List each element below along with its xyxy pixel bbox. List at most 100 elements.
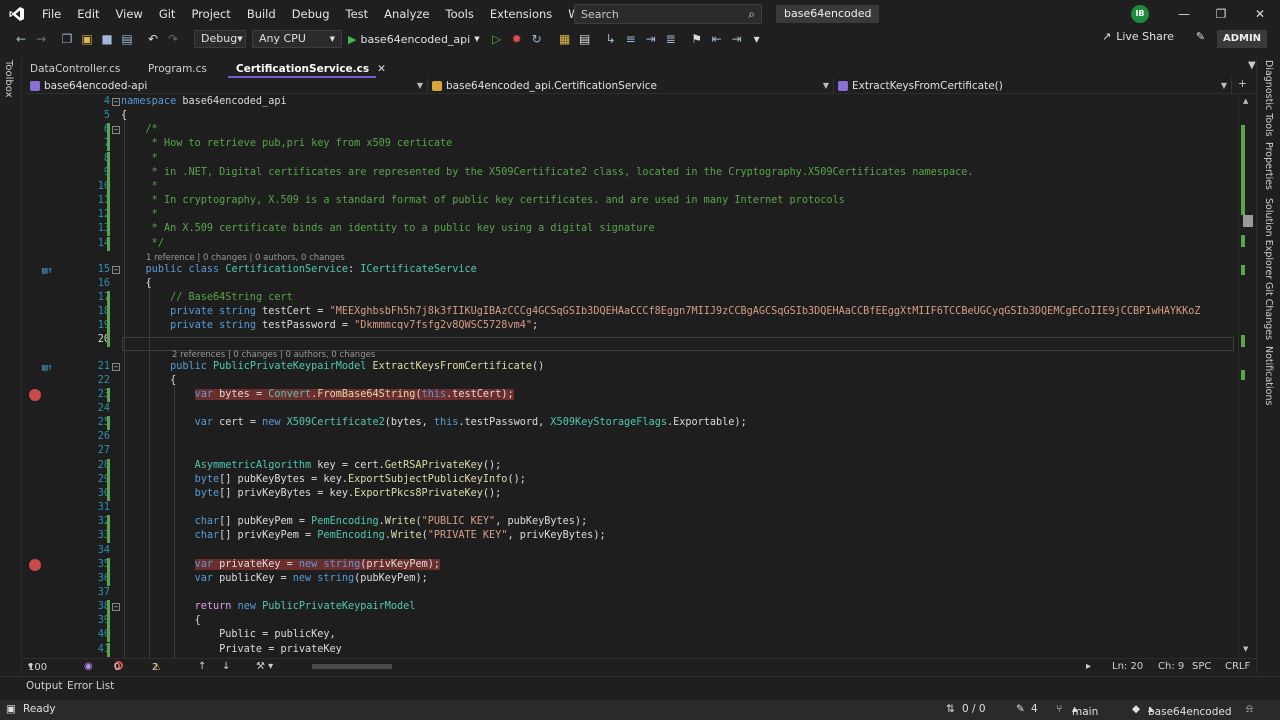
notification-bell-icon[interactable]: ⍾ [1246, 703, 1253, 716]
save-all-icon[interactable]: ▤ [118, 30, 136, 48]
scroll-down-icon[interactable]: ▼ [1243, 645, 1248, 653]
next-issue-icon[interactable]: ↓ [222, 660, 230, 674]
fold-toggle-icon[interactable]: − [112, 362, 120, 371]
code-text[interactable]: private string testPassword = "Dkmmmcqv7… [121, 319, 538, 333]
notifications-tab[interactable]: Notifications [1263, 346, 1274, 405]
menu-item-view[interactable]: View [108, 0, 151, 28]
feedback-icon[interactable]: ✎ [1196, 30, 1205, 43]
fold-toggle-icon[interactable]: − [112, 98, 120, 106]
menu-item-git[interactable]: Git [151, 0, 184, 28]
code-text[interactable]: * [121, 152, 158, 166]
bookmark-next-icon[interactable]: ⇥ [728, 30, 746, 48]
implements-icon[interactable]: ▤↑ [42, 361, 53, 375]
code-text[interactable]: var privateKey = new string(privKeyPem); [121, 558, 440, 572]
menu-item-test[interactable]: Test [338, 0, 377, 28]
scroll-up-icon[interactable]: ▲ [1243, 97, 1248, 105]
vertical-scrollbar[interactable]: ▲ ▼ [1238, 95, 1256, 658]
fold-toggle-icon[interactable]: − [112, 265, 120, 274]
properties-tab[interactable]: Properties [1263, 142, 1274, 190]
start-debugging-button[interactable]: ▶ base64encoded_api ▼ [348, 33, 480, 46]
previous-issue-icon[interactable]: ↑ [198, 660, 206, 674]
tab-error-list[interactable]: Error List [67, 680, 114, 692]
menu-item-extensions[interactable]: Extensions [482, 0, 560, 28]
fold-toggle-icon[interactable]: − [112, 126, 120, 135]
fold-toggle-icon[interactable]: − [112, 603, 120, 612]
code-text[interactable]: private string testCert = "MEEXghbsbFh5h… [121, 305, 1200, 319]
layout-icon[interactable]: ▤ [576, 30, 594, 48]
step-icon[interactable]: ↳ [602, 30, 620, 48]
back-icon[interactable]: ← [12, 30, 30, 48]
code-text[interactable]: char[] privKeyPem = PemEncoding.Write("P… [121, 529, 606, 543]
avatar[interactable]: IB [1131, 5, 1149, 23]
tab-output[interactable]: Output [26, 680, 62, 692]
code-text[interactable]: var bytes = Convert.FromBase64String(thi… [121, 388, 514, 402]
open-folder-icon[interactable]: ▣ [78, 30, 96, 48]
start-without-debugging-icon[interactable]: ▷ [488, 30, 506, 48]
align-icon[interactable]: ≡ [622, 30, 640, 48]
breakpoint-icon[interactable] [29, 558, 41, 571]
toolbar-overflow-icon[interactable]: ▾ [748, 30, 766, 48]
visual-studio-logo-icon[interactable] [0, 0, 34, 28]
code-text[interactable]: AsymmetricAlgorithm key = cert.GetRSAPri… [121, 459, 502, 473]
menu-item-debug[interactable]: Debug [284, 0, 338, 28]
undo-icon[interactable]: ↶ [144, 30, 162, 48]
code-text[interactable]: return new PublicPrivateKeypairModel [121, 600, 416, 614]
line-ending-indicator[interactable]: CRLF [1225, 660, 1250, 674]
tab-program[interactable]: Program.cs [140, 60, 228, 78]
code-cleanup-icon[interactable]: ⚒ ▾ [256, 660, 273, 674]
platform-dropdown[interactable]: Any CPU ▼ [252, 30, 342, 48]
save-icon[interactable]: ■ [98, 30, 116, 48]
menu-item-build[interactable]: Build [239, 0, 284, 28]
scroll-right-icon[interactable]: ▸ [1086, 660, 1091, 674]
zoom-dropdown[interactable]: 100 % ▾ [28, 660, 47, 687]
menu-item-file[interactable]: File [34, 0, 69, 28]
code-text[interactable]: // Base64String cert [121, 291, 293, 305]
code-text[interactable]: var cert = new X509Certificate2(bytes, t… [121, 416, 747, 430]
configuration-dropdown[interactable]: Debug ▼ [194, 30, 246, 48]
admin-badge[interactable]: ADMIN [1217, 30, 1267, 48]
copilot-icon[interactable]: ◉ [84, 660, 93, 674]
restore-icon[interactable]: ❐ [1201, 0, 1241, 28]
code-editor[interactable]: 4−namespace base64encoded_api5{6− /*7 * … [22, 95, 1238, 658]
horizontal-scrollbar[interactable] [312, 664, 392, 669]
toolbox-tab[interactable]: Toolbox [3, 60, 14, 98]
implements-icon[interactable]: ▤↑ [42, 264, 53, 278]
menu-item-tools[interactable]: Tools [438, 0, 482, 28]
code-text[interactable]: */ [121, 237, 164, 251]
browse-icon[interactable]: ▦ [556, 30, 574, 48]
hot-reload-icon[interactable]: ✹ [508, 30, 526, 48]
code-text[interactable]: Public = publicKey, [121, 628, 336, 642]
code-text[interactable]: byte[] privKeyBytes = key.ExportPkcs8Pri… [121, 487, 502, 501]
spacing-indicator[interactable]: SPC [1192, 660, 1211, 674]
menu-item-project[interactable]: Project [183, 0, 238, 28]
commits-count[interactable]: 0 / 0 [962, 703, 986, 715]
search-box[interactable]: Search ⌕ [574, 4, 762, 24]
code-text[interactable]: { [121, 277, 152, 291]
forward-icon[interactable]: → [32, 30, 50, 48]
code-text[interactable]: public class CertificationService: ICert… [121, 263, 477, 277]
comment-icon[interactable]: ≣ [662, 30, 680, 48]
scrollbar-thumb[interactable] [1243, 215, 1253, 227]
code-text[interactable]: * In cryptography, X.509 is a standard f… [121, 194, 845, 208]
code-text[interactable]: * How to retrieve pub,pri key from x509 … [121, 137, 453, 151]
close-window-icon[interactable]: ✕ [1240, 0, 1280, 28]
code-text[interactable]: Private = privateKey [121, 643, 342, 657]
code-text[interactable]: char[] pubKeyPem = PemEncoding.Write("PU… [121, 515, 588, 529]
close-icon[interactable]: ✕ [377, 63, 386, 75]
minimize-icon[interactable]: — [1164, 0, 1204, 28]
solution-name-badge[interactable]: base64encoded [776, 5, 880, 23]
menu-item-edit[interactable]: Edit [69, 0, 107, 28]
class-dropdown[interactable]: base64encoded_api.CertificationService ▼ [428, 78, 834, 94]
tab-datacontroller[interactable]: DataController.cs [22, 60, 140, 78]
bookmark-prev-icon[interactable]: ⇤ [708, 30, 726, 48]
repository-name[interactable]: base64encoded ▴ [1148, 703, 1232, 718]
project-dropdown[interactable]: base64encoded-api ▼ [26, 78, 428, 94]
redo-icon[interactable]: ↷ [164, 30, 182, 48]
breakpoint-icon[interactable] [29, 388, 41, 401]
code-text[interactable]: { [121, 614, 201, 628]
code-text[interactable]: var publicKey = new string(pubKeyPem); [121, 572, 428, 586]
live-share-button[interactable]: ↗ Live Share ✎ [1102, 30, 1205, 43]
code-text[interactable]: { [121, 109, 127, 123]
bookmark-icon[interactable]: ⚑ [688, 30, 706, 48]
code-text[interactable]: * [121, 208, 158, 222]
